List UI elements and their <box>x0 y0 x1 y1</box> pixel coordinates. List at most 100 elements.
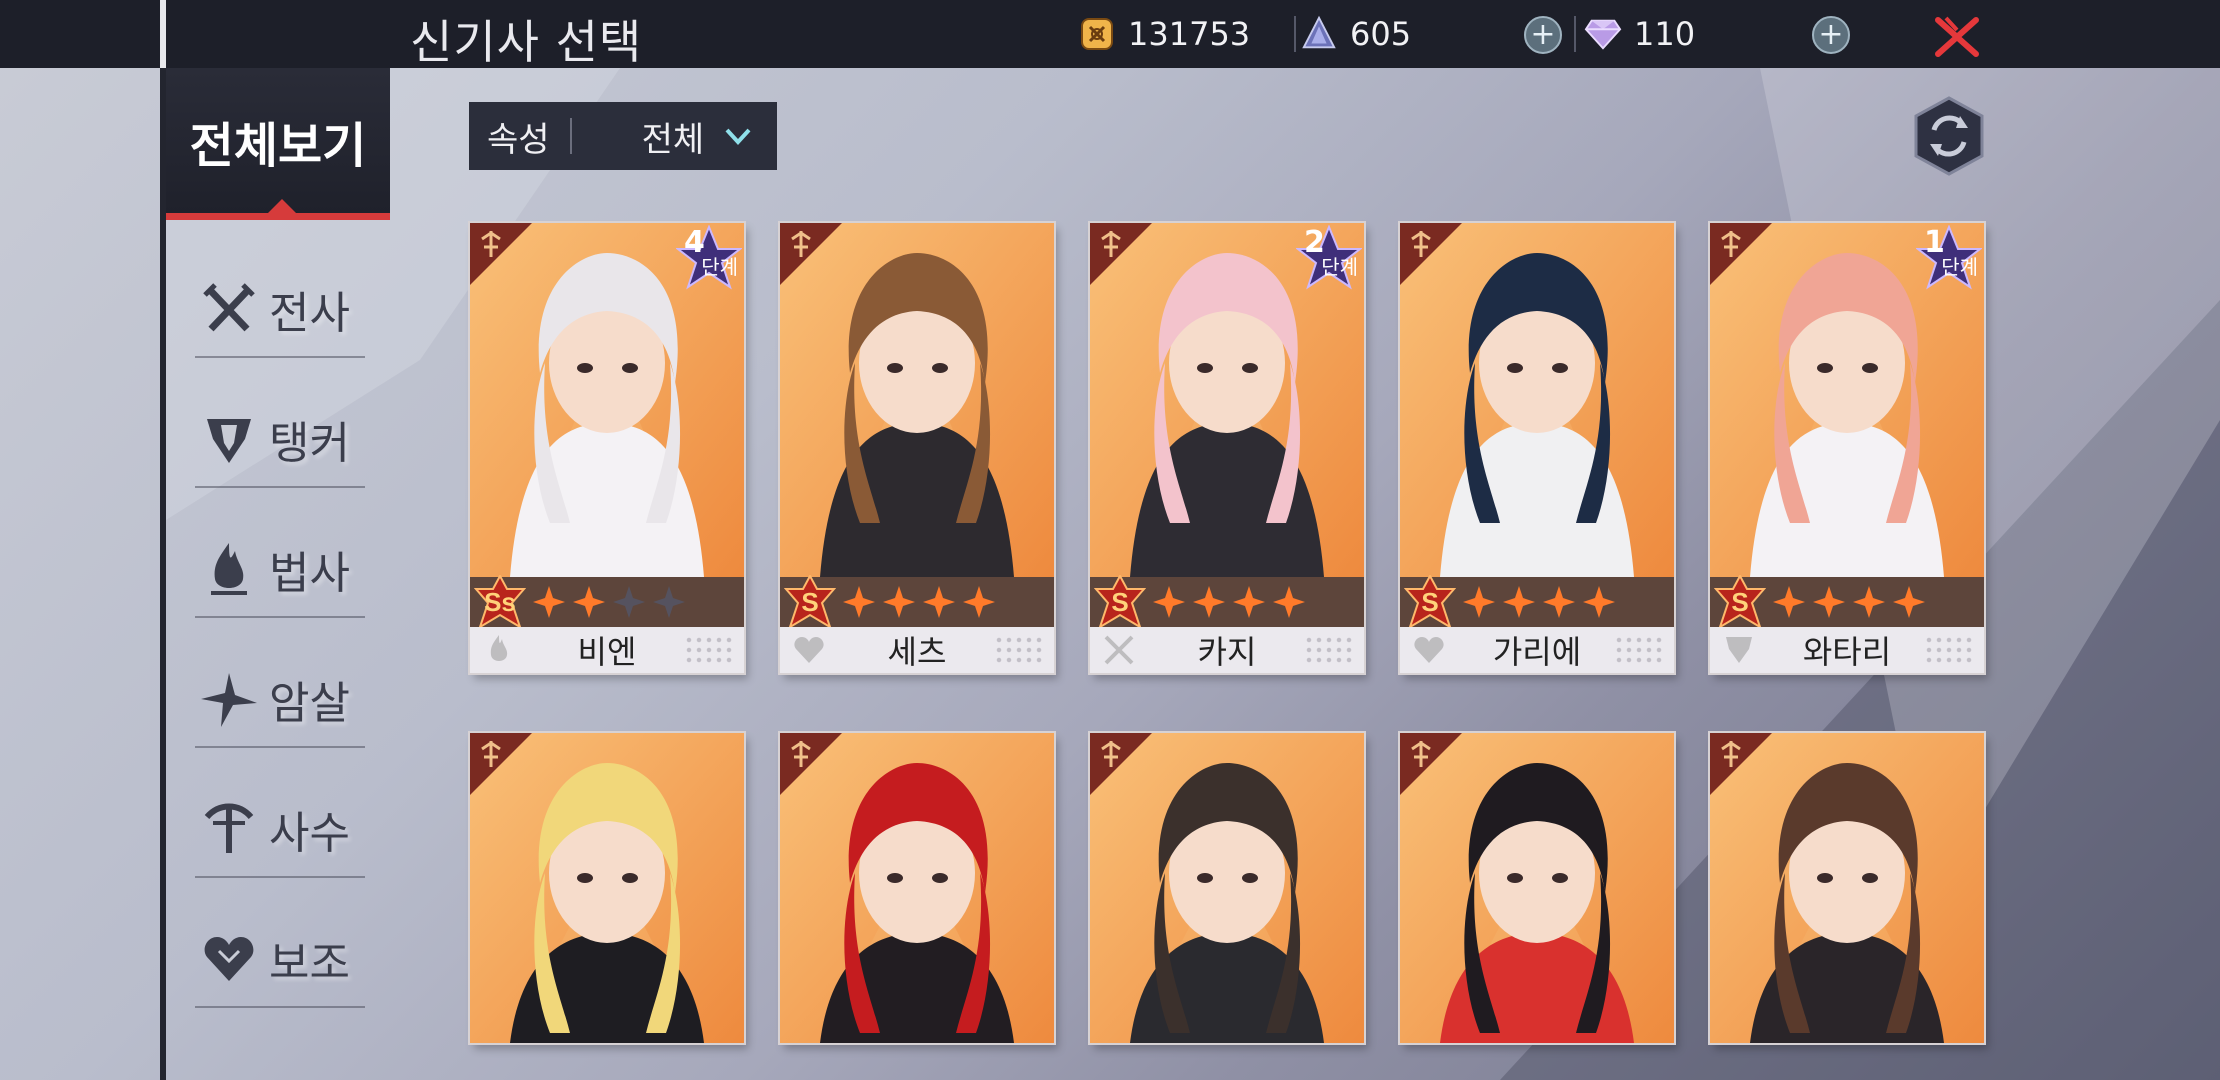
attribute-filter-dropdown[interactable]: 속성 전체 <box>469 102 777 170</box>
svg-text:S: S <box>1421 587 1438 617</box>
star-filled-icon <box>533 586 565 618</box>
character-name-bar: 가리에 <box>1400 627 1674 673</box>
character-card[interactable] <box>1710 733 1984 1043</box>
rank-badge-icon: S <box>1404 575 1456 629</box>
class-filter-assassin[interactable]: 암살 <box>195 652 365 748</box>
star-rating-bar: S <box>1710 575 1984 629</box>
view-all-label: 전체보기 <box>189 117 367 174</box>
add-crystal-button[interactable]: + <box>1524 16 1562 54</box>
character-name: 비엔 <box>577 633 637 671</box>
emblem-icon <box>791 741 811 767</box>
class-label: 법사 <box>269 548 350 599</box>
star-list <box>532 585 686 619</box>
heart-icon <box>794 637 824 663</box>
separator <box>1294 16 1296 52</box>
dot-pattern <box>1304 635 1356 665</box>
emblem-icon <box>481 231 501 257</box>
star-filled-icon <box>1153 586 1185 618</box>
character-card[interactable]: S 세츠 <box>780 223 1054 673</box>
class-label: 보조 <box>269 938 350 989</box>
character-card[interactable]: 2 단계 S 카지 <box>1090 223 1364 673</box>
shield-icon <box>207 419 251 463</box>
add-gem-button[interactable]: + <box>1812 16 1850 54</box>
star-rating-bar: S <box>1400 575 1674 629</box>
top-bar: 신기사 선택 131753 605 + 110 + <box>0 0 2220 69</box>
character-card[interactable]: 1 단계 S 와타리 <box>1710 223 1984 673</box>
character-card[interactable]: S 가리에 <box>1400 223 1674 673</box>
character-card[interactable] <box>1090 733 1364 1043</box>
class-filter-mage[interactable]: 법사 <box>195 522 365 618</box>
emblem-icon <box>791 231 811 257</box>
star-filled-icon <box>1233 586 1265 618</box>
swords-icon <box>203 283 255 332</box>
star-filled-icon <box>1853 586 1885 618</box>
emblem-icon <box>1101 231 1121 257</box>
dot-pattern <box>684 635 736 665</box>
plus-icon: + <box>1818 17 1844 52</box>
diamond-icon <box>1584 15 1622 53</box>
character-card[interactable] <box>1400 733 1674 1043</box>
dot-pattern <box>1614 635 1666 665</box>
awakening-stage-badge: 4 단계 <box>676 225 742 295</box>
star-rating-bar: S <box>780 575 1054 629</box>
gold-value: 131753 <box>1128 15 1251 53</box>
rank-badge-icon: Ss <box>474 575 526 629</box>
gem-value: 110 <box>1634 15 1696 53</box>
emblem-icon <box>1411 741 1431 767</box>
class-label: 암살 <box>269 678 350 729</box>
dot-pattern <box>1924 635 1976 665</box>
swords-icon <box>1104 635 1134 665</box>
heart-icon <box>1414 637 1444 663</box>
svg-text:S: S <box>801 587 818 617</box>
class-label: 탱커 <box>269 418 350 469</box>
star-filled-icon <box>1273 586 1305 618</box>
star-filled-icon <box>1893 586 1925 618</box>
star-filled-icon <box>1503 586 1535 618</box>
class-filter-archer[interactable]: 사수 <box>195 782 365 878</box>
awakening-stage-badge: 2 단계 <box>1296 225 1362 295</box>
emblem-icon <box>1721 231 1741 257</box>
class-filter-support[interactable]: 보조 <box>195 912 365 1008</box>
character-name-bar: 세츠 <box>780 627 1054 673</box>
flame-icon <box>490 635 508 661</box>
character-card[interactable]: 4 단계 Ss 비엔 <box>470 223 744 673</box>
heart-icon <box>204 937 254 981</box>
character-name-bar: 와타리 <box>1710 627 1984 673</box>
character-name-bar: 카지 <box>1090 627 1364 673</box>
close-icon <box>1935 16 1979 57</box>
refresh-button[interactable] <box>1912 96 1986 176</box>
star-filled-icon <box>1543 586 1575 618</box>
rank-badge-icon: S <box>1094 575 1146 629</box>
star-empty-icon <box>613 586 645 618</box>
star-filled-icon <box>1583 586 1615 618</box>
refresh-icon <box>1914 96 1984 176</box>
star-list <box>1152 585 1306 619</box>
emblem-icon <box>1411 231 1431 257</box>
class-filter-tanker[interactable]: 탱커 <box>195 392 365 488</box>
star-rating-bar: Ss <box>470 575 744 629</box>
svg-text:S: S <box>1731 587 1748 617</box>
star-filled-icon <box>573 586 605 618</box>
character-card[interactable] <box>780 733 1054 1043</box>
chevron-down-icon <box>725 128 751 145</box>
plus-icon: + <box>1530 17 1556 52</box>
shuriken-icon <box>201 673 257 727</box>
selected-indicator <box>264 199 300 217</box>
bow-icon <box>204 803 254 853</box>
emblem-icon <box>1721 741 1741 767</box>
star-filled-icon <box>843 586 875 618</box>
close-button[interactable] <box>1932 12 1982 62</box>
star-list <box>842 585 996 619</box>
svg-text:Ss: Ss <box>484 587 516 617</box>
crystal-counter: 605 <box>1300 10 1411 58</box>
character-card[interactable] <box>470 733 744 1043</box>
class-filter-warrior[interactable]: 전사 <box>195 262 365 358</box>
star-filled-icon <box>883 586 915 618</box>
class-label: 사수 <box>269 808 350 859</box>
character-name-bar: 비엔 <box>470 627 744 673</box>
view-all-tab[interactable]: 전체보기 <box>166 68 390 220</box>
stage-label: 단계 <box>701 255 738 279</box>
top-accent-line <box>160 0 166 68</box>
stage-label: 단계 <box>1321 255 1358 279</box>
star-filled-icon <box>1463 586 1495 618</box>
